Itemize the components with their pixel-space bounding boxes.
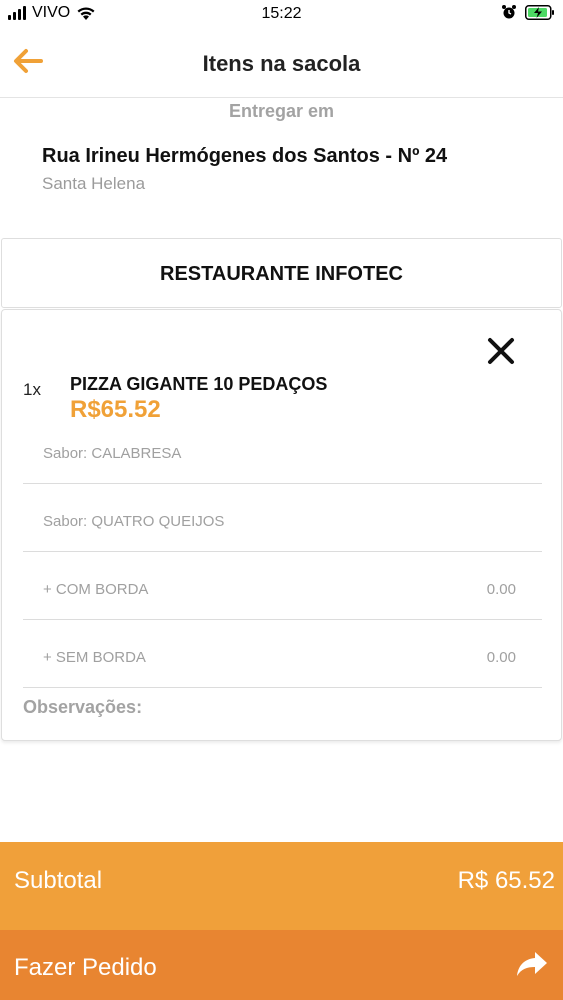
item-quantity: 1x (23, 380, 41, 399)
alarm-icon (502, 5, 516, 19)
option-label: + SEM BORDA (43, 649, 146, 666)
option-row: Sabor: CALABRESA (23, 416, 542, 484)
item-name: PIZZA GIGANTE 10 PEDAÇOS (70, 374, 328, 394)
close-icon (488, 338, 514, 364)
nav-bar: Itens na sacola (0, 28, 563, 98)
status-time: 15:22 (261, 5, 302, 22)
subtotal-bar: Subtotal R$ 65.52 (0, 842, 563, 930)
option-row: + SEM BORDA 0.00 (23, 620, 542, 688)
place-order-label: Fazer Pedido (14, 954, 157, 981)
subtotal-value: R$ 65.52 (457, 867, 555, 894)
option-row: + COM BORDA 0.00 (23, 552, 542, 620)
subtotal-label: Subtotal (14, 867, 103, 894)
notes-label: Observações: (23, 697, 143, 717)
option-label: Sabor: QUATRO QUEIJOS (43, 513, 225, 530)
place-order-button[interactable]: Fazer Pedido (0, 930, 563, 1000)
option-label: + COM BORDA (43, 581, 149, 598)
status-bar: VIVO 15:22 (0, 0, 563, 28)
address-street: Rua Irineu Hermógenes dos Santos - Nº 24 (42, 145, 448, 167)
deliver-label: Entregar em (228, 101, 335, 121)
battery-charging-icon (525, 4, 554, 20)
share-arrow-icon (517, 952, 547, 976)
remove-item-button[interactable] (485, 335, 517, 367)
address-district: Santa Helena (42, 174, 146, 193)
option-value: 0.00 (486, 649, 516, 666)
page-title: Itens na sacola (202, 51, 361, 76)
option-value: 0.00 (486, 581, 516, 598)
restaurant-name: RESTAURANTE INFOTEC (160, 263, 403, 285)
status-right (501, 4, 555, 20)
restaurant-header: RESTAURANTE INFOTEC (1, 238, 562, 308)
cart-item-card: 1x PIZZA GIGANTE 10 PEDAÇOS R$65.52 Sabo… (1, 309, 562, 741)
option-row: Sabor: QUATRO QUEIJOS (23, 484, 542, 552)
option-label: Sabor: CALABRESA (43, 445, 182, 462)
